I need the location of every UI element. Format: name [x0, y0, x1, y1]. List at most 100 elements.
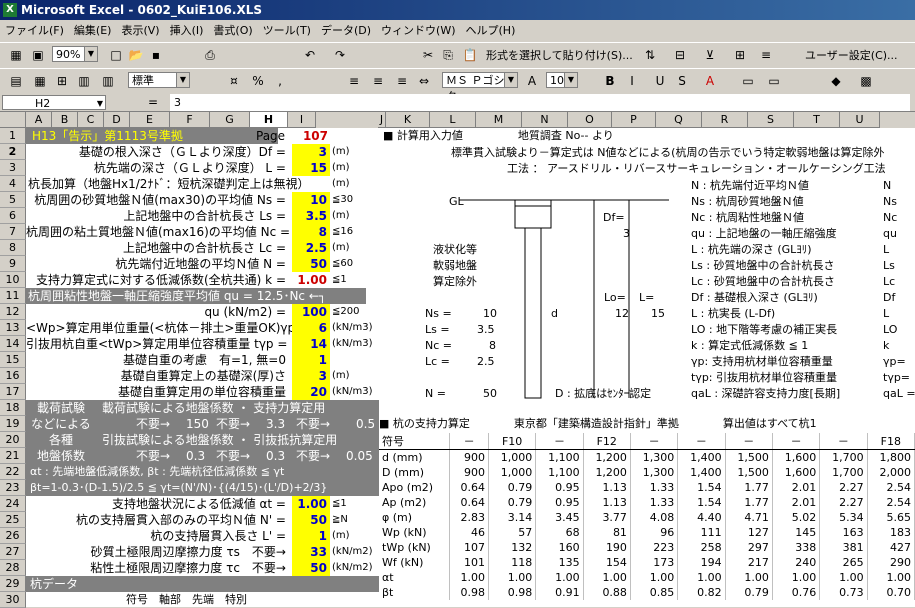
row-header[interactable]: 1 [0, 128, 26, 144]
table-cell[interactable]: 381 [819, 540, 868, 555]
table-cell[interactable]: 1.00 [819, 570, 868, 585]
row-header[interactable]: 24 [0, 496, 26, 512]
r9v[interactable]: 50 [292, 256, 330, 272]
column-header[interactable]: A [26, 112, 52, 128]
table-cell[interactable]: 68 [535, 525, 584, 540]
r8v[interactable]: 2.5 [292, 240, 330, 256]
border-icon[interactable]: ▭ [738, 72, 758, 90]
row-header[interactable]: 15 [0, 352, 26, 368]
row-header[interactable]: 12 [0, 304, 26, 320]
row-header[interactable]: 4 [0, 176, 26, 192]
column-header[interactable]: E [130, 112, 170, 128]
table-cell[interactable]: 135 [535, 555, 584, 570]
table-cell[interactable]: 297 [725, 540, 773, 555]
table-cell[interactable]: 1.00 [630, 570, 679, 585]
table-cell[interactable]: 1.54 [677, 495, 726, 510]
table-cell[interactable]: 265 [819, 555, 868, 570]
table-cell[interactable]: 1,000 [488, 465, 537, 480]
column-header[interactable]: N [522, 112, 568, 128]
table-cell[interactable]: Apo (m2) [379, 480, 451, 495]
row-header[interactable]: 23 [0, 480, 26, 496]
table-cell[interactable]: 0.98 [488, 585, 537, 600]
table-cell[interactable]: 0.64 [449, 480, 489, 495]
row-header[interactable]: 28 [0, 560, 26, 576]
column-header[interactable]: U [840, 112, 880, 128]
delete-icon[interactable]: ⊟ [670, 46, 690, 64]
r24v[interactable]: 1.00 [292, 496, 330, 512]
row-header[interactable]: 29 [0, 576, 26, 592]
table-cell[interactable]: 1.33 [630, 495, 679, 510]
table-cell[interactable]: 1,600 [772, 465, 821, 480]
table-cell[interactable]: 3.45 [535, 510, 584, 525]
table-cell[interactable]: Wp (kN) [379, 525, 451, 540]
table-cell[interactable]: 190 [583, 540, 631, 555]
row-header[interactable]: 16 [0, 368, 26, 384]
save-icon[interactable]: ▪ [146, 46, 166, 64]
row-header[interactable]: 5 [0, 192, 26, 208]
name-box[interactable]: H2 ▼ [2, 95, 106, 110]
table-cell[interactable]: 5.34 [819, 510, 868, 525]
row-header[interactable]: 27 [0, 544, 26, 560]
font-color-icon[interactable]: A [700, 72, 720, 90]
print-icon[interactable]: ⎙ [200, 46, 220, 64]
table-cell[interactable]: 145 [772, 525, 821, 540]
table-cell[interactable]: 0.79 [488, 495, 537, 510]
table-cell[interactable]: 154 [583, 555, 631, 570]
r28v[interactable]: 50 [292, 560, 330, 576]
menu-insert[interactable]: 挿入(I) [165, 24, 209, 37]
table-cell[interactable]: 1,200 [583, 465, 631, 480]
align-left-icon[interactable]: ≡ [344, 72, 364, 90]
column-header[interactable]: J [378, 112, 386, 128]
column-header[interactable]: C [78, 112, 104, 128]
r13v[interactable]: 6 [292, 320, 330, 336]
chart-icon[interactable]: ▦ [30, 72, 50, 90]
table-cell[interactable]: 1.00 [488, 570, 537, 585]
table-cell[interactable]: 900 [449, 465, 489, 480]
r12v[interactable]: 100 [292, 304, 330, 320]
row-header[interactable]: 11 [0, 288, 26, 304]
currency-icon[interactable]: ¤ [224, 72, 244, 90]
table-cell[interactable]: tWp (kN) [379, 540, 451, 555]
row-header[interactable]: 6 [0, 208, 26, 224]
table-cell[interactable]: 1,500 [725, 465, 773, 480]
table-cell[interactable]: 1.13 [583, 495, 631, 510]
table-cell[interactable]: 4.71 [725, 510, 773, 525]
formula-input[interactable]: 3 [170, 94, 910, 111]
insert-rows-icon[interactable]: ⇅ [640, 46, 660, 64]
r17v[interactable]: 20 [292, 384, 330, 400]
row-header[interactable]: 22 [0, 464, 26, 480]
table-cell[interactable]: Wf (kN) [379, 555, 451, 570]
table-cell[interactable]: 1.77 [725, 480, 773, 495]
column-header[interactable]: I [288, 112, 316, 128]
row-header[interactable]: 9 [0, 256, 26, 272]
user-settings-button[interactable]: ユーザー設定(C)... [805, 47, 898, 63]
redo-icon[interactable]: ↷ [330, 46, 350, 64]
row-header[interactable]: 26 [0, 528, 26, 544]
open-icon[interactable]: 📂 [126, 46, 146, 64]
table-cell[interactable]: 1.00 [535, 570, 584, 585]
pattern-icon[interactable]: ▩ [856, 72, 876, 90]
table-cell[interactable]: D (mm) [379, 465, 451, 480]
table-cell[interactable]: 223 [630, 540, 679, 555]
table-cell[interactable]: 1,500 [725, 449, 773, 465]
r25v[interactable]: 50 [292, 512, 330, 528]
table-cell[interactable]: 118 [488, 555, 537, 570]
cut-icon[interactable]: ✂ [418, 46, 438, 64]
table-cell[interactable]: 2.01 [772, 480, 821, 495]
table-cell[interactable]: 1,700 [819, 449, 868, 465]
table-cell[interactable]: 173 [630, 555, 679, 570]
table-cell[interactable]: 1,400 [677, 449, 726, 465]
underline-icon[interactable]: U [650, 72, 670, 90]
table-cell[interactable]: 132 [488, 540, 537, 555]
menu-tools[interactable]: ツール(T) [258, 24, 316, 37]
table-cell[interactable]: 183 [867, 525, 915, 540]
table-cell[interactable]: 1,400 [677, 465, 726, 480]
table-cell[interactable]: 96 [630, 525, 679, 540]
table-cell[interactable]: 427 [867, 540, 915, 555]
table-cell[interactable]: 1,800 [867, 449, 915, 465]
table-cell[interactable]: 46 [449, 525, 489, 540]
column-header[interactable]: R [702, 112, 748, 128]
copy-icon[interactable]: ⎘ [438, 46, 458, 64]
row-header[interactable]: 30 [0, 592, 26, 608]
row-header[interactable]: 2 [0, 144, 26, 160]
